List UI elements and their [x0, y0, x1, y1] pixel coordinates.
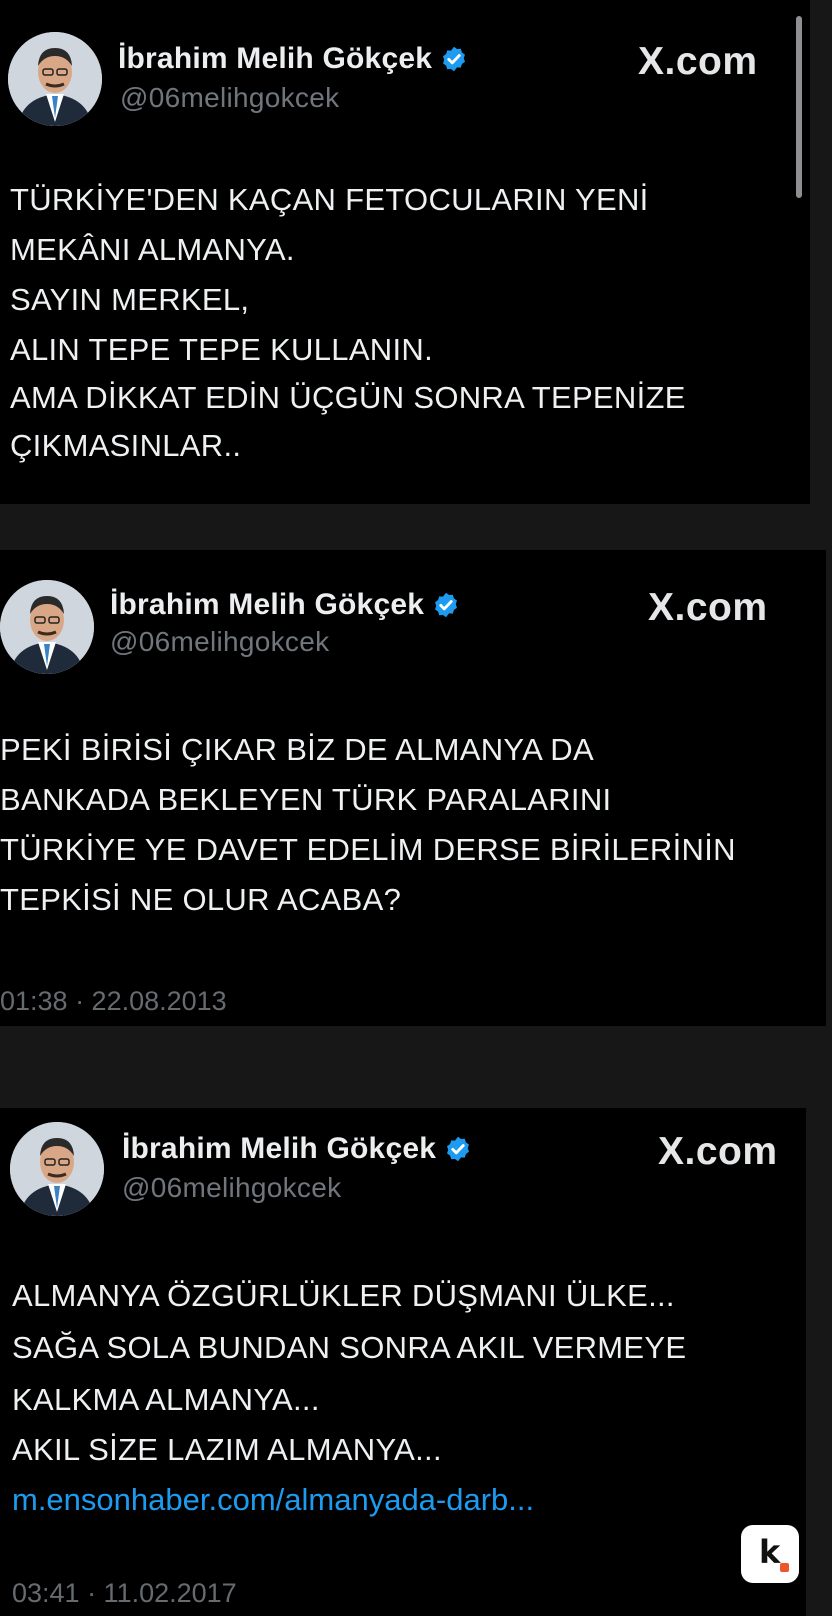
- k-letter: k: [759, 1533, 781, 1571]
- scrollbar-thumb[interactable]: [796, 16, 802, 198]
- tweet-card-3[interactable]: İbrahim Melih Gökçek @06melihgokcek X.co…: [0, 1108, 806, 1616]
- author-avatar[interactable]: [0, 580, 94, 674]
- tweet-text-line: TEPKİSİ NE OLUR ACABA?: [0, 882, 402, 917]
- tweet-text-line: ALMANYA ÖZGÜRLÜKLER DÜŞMANI ÜLKE...: [12, 1278, 675, 1313]
- portrait-image: [10, 1122, 104, 1216]
- author-handle[interactable]: @06melihgokcek: [122, 1172, 341, 1204]
- author-handle[interactable]: @06melihgokcek: [120, 82, 339, 114]
- tweet-timestamp[interactable]: 01:38 · 22.08.2013: [0, 986, 227, 1017]
- tweet-text-line: ÇIKMASINLAR..: [10, 428, 242, 463]
- verified-badge-icon: [435, 592, 458, 618]
- author-name-row[interactable]: İbrahim Melih Gökçek: [110, 588, 460, 622]
- verified-badge-icon: [443, 46, 466, 72]
- tweet-text-line: KALKMA ALMANYA...: [12, 1382, 320, 1417]
- author-name-row[interactable]: İbrahim Melih Gökçek: [122, 1132, 472, 1166]
- tweet-text-line: BANKADA BEKLEYEN TÜRK PARALARINI: [0, 782, 612, 817]
- tweet-text-line: ALIN TEPE TEPE KULLANIN.: [10, 332, 433, 367]
- x-com-logo: X.com: [638, 40, 758, 83]
- tweet-text-line: SAYIN MERKEL,: [10, 282, 250, 317]
- tweet-text-line: MEKÂNI ALMANYA.: [10, 232, 295, 267]
- tweet-card-1[interactable]: İbrahim Melih Gökçek @06melihgokcek X.co…: [0, 0, 810, 504]
- author-avatar[interactable]: [8, 32, 102, 126]
- author-name[interactable]: İbrahim Melih Gökçek: [122, 1132, 436, 1166]
- author-name[interactable]: İbrahim Melih Gökçek: [110, 588, 424, 622]
- badge-dot-icon: [780, 1563, 789, 1572]
- author-name-row[interactable]: İbrahim Melih Gökçek: [118, 42, 468, 76]
- tweet-text-line: AKIL SİZE LAZIM ALMANYA...: [12, 1432, 442, 1467]
- portrait-image: [8, 32, 102, 126]
- tweet-text-line: AMA DİKKAT EDİN ÜÇGÜN SONRA TEPENİZE: [10, 380, 686, 415]
- tweet-text-line: TÜRKİYE'DEN KAÇAN FETOCULARIN YENİ: [10, 182, 649, 217]
- x-com-logo: X.com: [648, 586, 768, 629]
- tweet-timestamp[interactable]: 03:41 · 11.02.2017: [12, 1578, 237, 1609]
- author-handle[interactable]: @06melihgokcek: [110, 626, 329, 658]
- verified-badge-icon: [447, 1136, 470, 1162]
- tweet-text-line: PEKİ BİRİSİ ÇIKAR BİZ DE ALMANYA DA: [0, 732, 594, 767]
- author-name[interactable]: İbrahim Melih Gökçek: [118, 42, 432, 76]
- portrait-image: [0, 580, 94, 674]
- tweet-link[interactable]: m.ensonhaber.com/almanyada-darb...: [12, 1482, 534, 1518]
- k-app-badge: k: [741, 1525, 799, 1583]
- screenshot-stage: İbrahim Melih Gökçek @06melihgokcek X.co…: [0, 0, 832, 1616]
- tweet-text-line: TÜRKİYE YE DAVET EDELİM DERSE BİRİLERİNİ…: [0, 832, 736, 867]
- tweet-card-2[interactable]: İbrahim Melih Gökçek @06melihgokcek X.co…: [0, 550, 826, 1026]
- author-avatar[interactable]: [10, 1122, 104, 1216]
- x-com-logo: X.com: [658, 1130, 778, 1173]
- tweet-text-line: SAĞA SOLA BUNDAN SONRA AKIL VERMEYE: [12, 1330, 687, 1365]
